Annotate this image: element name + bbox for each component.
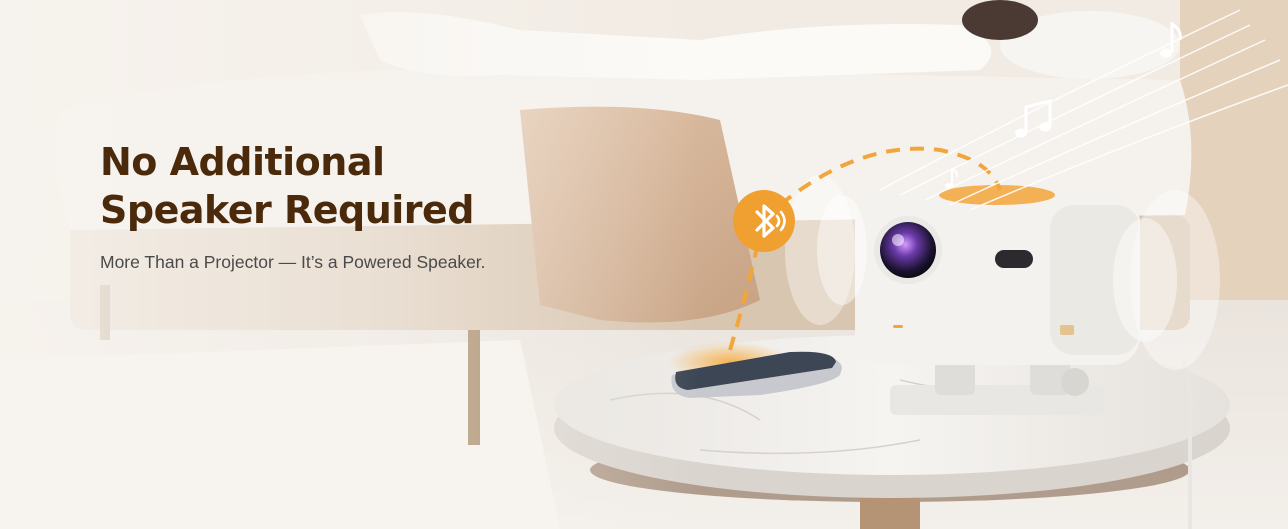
headline-line-1: No Additional [100,140,385,184]
bluetooth-badge [733,190,795,252]
music-note-icon [1160,21,1182,58]
headline: No Additional Speaker Required [100,138,486,234]
headline-line-2: Speaker Required [100,188,475,232]
bluetooth-icon [755,204,786,238]
subtitle: More Than a Projector — It’s a Powered S… [100,252,486,272]
product-banner: No Additional Speaker Required More Than… [0,0,1288,529]
music-note-icon [945,167,959,189]
hero-copy: No Additional Speaker Required More Than… [100,138,486,273]
music-note-icon [1015,99,1052,138]
